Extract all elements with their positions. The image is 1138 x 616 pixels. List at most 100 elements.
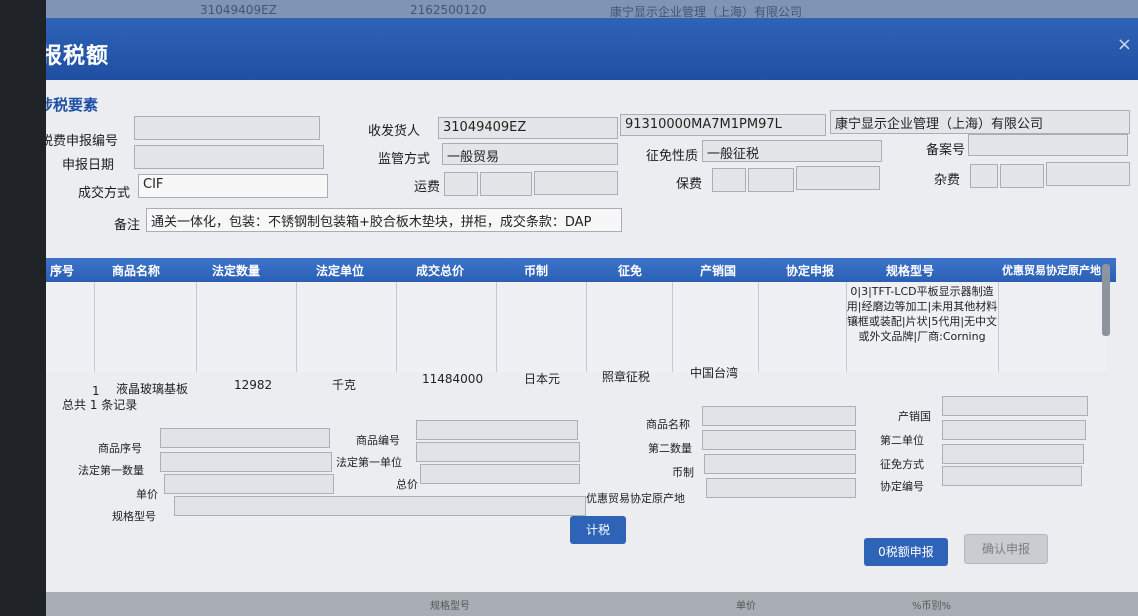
col-divider xyxy=(496,282,497,372)
pref-origin-field[interactable] xyxy=(706,478,856,498)
cell-qty: 12982 xyxy=(234,378,273,392)
col-divider xyxy=(94,282,95,372)
col-header-total-price: 成交总价 xyxy=(416,264,465,278)
dialog-title: 报税额 xyxy=(46,44,110,69)
misc-fee-mark-field[interactable] xyxy=(970,164,998,188)
legal-qty1-field[interactable] xyxy=(160,452,332,472)
bg-footer-label-3: %币别% xyxy=(912,601,952,612)
total-price-label: 总价 xyxy=(396,478,418,491)
calc-tax-button[interactable]: 计税 xyxy=(570,516,626,544)
bg-code-2: 2162500120 xyxy=(410,3,487,17)
item-no-field[interactable] xyxy=(160,428,330,448)
record-count: 总共 1 条记录 xyxy=(62,398,138,412)
bg-footer-label: 规格型号 xyxy=(430,601,470,612)
col-divider xyxy=(196,282,197,372)
remark-label: 备注 xyxy=(114,218,141,233)
confirm-declare-button[interactable]: 确认申报 xyxy=(964,534,1048,564)
spec-model-field[interactable] xyxy=(174,496,586,516)
bg-footer-label-2: 单价 xyxy=(736,601,756,612)
consignee-field[interactable]: 31049409EZ xyxy=(438,117,618,139)
misc-fee-label: 杂费 xyxy=(934,173,961,188)
declare-date-label: 申报日期 xyxy=(62,158,115,173)
col-header-agreement: 协定申报 xyxy=(786,264,835,278)
col-header-legal-qty: 法定数量 xyxy=(212,264,261,278)
col-header-levy: 征免 xyxy=(618,264,643,278)
transaction-mode-label: 成交方式 xyxy=(78,186,131,201)
table-scrollbar[interactable] xyxy=(1102,264,1110,336)
currency-field[interactable] xyxy=(704,454,856,474)
consignee-name-field[interactable]: 康宁显示企业管理（上海）有限公司 xyxy=(830,110,1130,134)
cell-spec: 0|3|TFT-LCD平板显示器制造用|经磨边等加工|未用其他材料镶框或装配|片… xyxy=(846,285,998,343)
freight-label: 运费 xyxy=(414,180,441,195)
unit-price-field[interactable] xyxy=(164,474,334,494)
col-header-legal-unit: 法定单位 xyxy=(316,264,365,278)
supervision-mode-label: 监管方式 xyxy=(378,152,431,167)
legal-qty1-label: 法定第一数量 xyxy=(78,464,144,477)
insurance-rate-field[interactable] xyxy=(748,168,794,192)
cell-levy: 照章征税 xyxy=(602,370,651,384)
legal-unit1-label: 法定第一单位 xyxy=(336,456,402,469)
levy-mode-label: 征免方式 xyxy=(880,458,924,471)
legal-unit1-field[interactable] xyxy=(416,442,580,462)
col-header-no: 序号 xyxy=(50,264,75,278)
total-price-field[interactable] xyxy=(420,464,580,484)
unit-price-label: 单价 xyxy=(136,488,158,501)
transaction-mode-field[interactable]: CIF xyxy=(138,174,328,198)
tax-amount-dialog: 报税额 × 涉税要素 税费申报编号 收发货人 31049409EZ 913100… xyxy=(46,18,1138,596)
col-header-pref-origin: 优惠贸易协定原产地 xyxy=(1002,264,1101,277)
spec-model-label: 规格型号 xyxy=(112,510,156,523)
insurance-label: 保费 xyxy=(676,177,703,192)
bg-code: 31049409EZ xyxy=(200,3,277,17)
freight-rate-field[interactable] xyxy=(480,172,532,196)
col-divider xyxy=(586,282,587,372)
zero-tax-declare-button[interactable]: 0税额申报 xyxy=(864,538,948,566)
col-divider xyxy=(758,282,759,372)
record-no-label: 备案号 xyxy=(926,143,966,158)
close-icon[interactable]: × xyxy=(1117,34,1132,55)
levy-nature-field[interactable]: 一般征税 xyxy=(702,140,882,162)
consignee-credit-code-field[interactable]: 91310000MA7M1PM97L xyxy=(620,114,826,136)
consignee-label: 收发货人 xyxy=(368,124,421,139)
col-divider xyxy=(672,282,673,372)
freight-currency-field[interactable] xyxy=(534,171,618,195)
second-qty-label: 第二数量 xyxy=(648,442,692,455)
remark-field[interactable]: 通关一体化，包装：不锈钢制包装箱+胶合板木垫块，拼柜，成交条款：DAP xyxy=(146,208,622,232)
goods-table-body: 1 液晶玻璃基板 12982 千克 11484000 日本元 照章征税 中国台湾… xyxy=(46,282,1106,398)
insurance-currency-field[interactable] xyxy=(796,166,880,190)
levy-mode-field[interactable] xyxy=(942,444,1084,464)
cell-unit: 千克 xyxy=(332,378,357,392)
record-no-field[interactable] xyxy=(968,134,1128,156)
second-unit-field[interactable] xyxy=(942,420,1086,440)
col-divider xyxy=(396,282,397,372)
freight-mark-field[interactable] xyxy=(444,172,478,196)
section-title: 涉税要素 xyxy=(46,96,99,114)
cell-country: 中国台湾 xyxy=(690,366,739,380)
levy-nature-label: 征免性质 xyxy=(646,149,699,164)
item-no-label: 商品序号 xyxy=(98,442,142,455)
agreement-no-field[interactable] xyxy=(942,466,1082,486)
col-header-currency: 币制 xyxy=(524,264,549,278)
tax-declaration-no-label: 税费申报编号 xyxy=(46,134,119,149)
item-name-field[interactable] xyxy=(702,406,856,426)
item-name-label: 商品名称 xyxy=(646,418,690,431)
misc-fee-rate-field[interactable] xyxy=(1000,164,1044,188)
origin-country-field[interactable] xyxy=(942,396,1088,416)
agreement-no-label: 协定编号 xyxy=(880,480,924,493)
currency-label: 币制 xyxy=(672,466,694,479)
origin-country-label: 产销国 xyxy=(898,410,931,423)
item-code-label: 商品编号 xyxy=(356,434,400,447)
col-divider xyxy=(296,282,297,372)
second-unit-label: 第二单位 xyxy=(880,434,924,447)
item-code-field[interactable] xyxy=(416,420,578,440)
col-divider xyxy=(998,282,999,372)
second-qty-field[interactable] xyxy=(702,430,856,450)
screen-left-edge xyxy=(0,0,46,616)
supervision-mode-field[interactable]: 一般贸易 xyxy=(442,143,618,165)
misc-fee-currency-field[interactable] xyxy=(1046,162,1130,186)
tax-declaration-no-field[interactable] xyxy=(134,116,320,140)
declare-date-field[interactable] xyxy=(134,145,324,169)
insurance-mark-field[interactable] xyxy=(712,168,746,192)
dialog-titlebar: 报税额 × xyxy=(46,18,1138,80)
col-header-country: 产销国 xyxy=(700,264,737,278)
cell-currency: 日本元 xyxy=(524,372,561,386)
